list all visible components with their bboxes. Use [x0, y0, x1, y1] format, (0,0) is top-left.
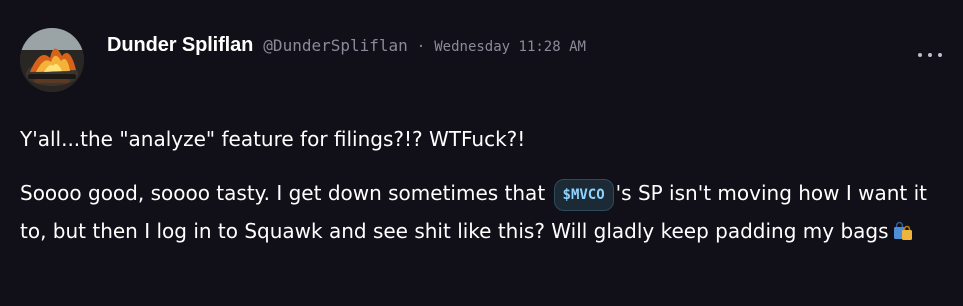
header-separator: ·: [416, 39, 426, 55]
shopping-bags-icon: [893, 215, 913, 240]
ticker-chip[interactable]: $MVCO: [553, 179, 614, 211]
avatar[interactable]: [20, 28, 84, 92]
author-name[interactable]: Dunder Spliflan: [107, 34, 253, 57]
post-header: Dunder Spliflan @DunderSpliflan · Wednes…: [107, 34, 586, 57]
post-timestamp[interactable]: Wednesday 11:28 AM: [434, 39, 586, 55]
more-horizontal-icon-dot: [938, 53, 942, 57]
campfire-avatar-icon: [20, 28, 84, 92]
author-handle[interactable]: @DunderSpliflan: [263, 36, 408, 55]
post-paragraph-1: Y'all...the "analyze" feature for filing…: [20, 127, 526, 151]
more-options-button[interactable]: [918, 48, 942, 62]
post-text-before-ticker: Soooo good, soooo tasty. I get down some…: [20, 181, 552, 205]
more-horizontal-icon-dot: [928, 53, 932, 57]
more-horizontal-icon-dot: [918, 53, 922, 57]
post-paragraph-2: Soooo good, soooo tasty. I get down some…: [20, 174, 950, 250]
post-body: Y'all...the "analyze" feature for filing…: [20, 120, 950, 250]
post-card: Dunder Spliflan @DunderSpliflan · Wednes…: [0, 0, 963, 306]
